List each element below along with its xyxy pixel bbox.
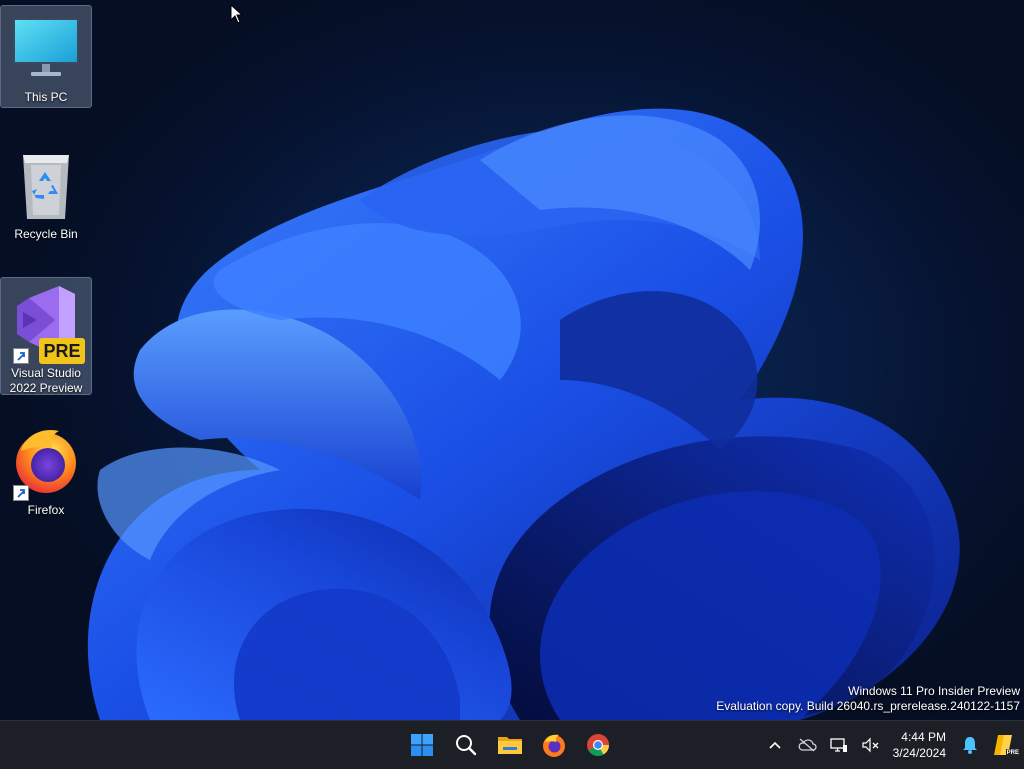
search-button[interactable] (446, 725, 486, 765)
network-icon (829, 738, 847, 752)
copilot-button[interactable]: PRE (986, 725, 1024, 765)
volume-button[interactable] (855, 725, 887, 765)
taskbar-clock[interactable]: 4:44 PM 3/24/2024 (887, 729, 954, 761)
evaluation-watermark: Windows 11 Pro Insider Preview Evaluatio… (716, 684, 1020, 714)
desktop-icon-this-pc[interactable]: This PC (0, 5, 92, 108)
recycle-bin-icon (9, 149, 83, 223)
desktop-icon-visual-studio[interactable]: PRE Visual Studio 2022 Preview (0, 277, 92, 395)
visual-studio-icon: PRE (9, 284, 85, 364)
desktop[interactable]: This PC Recycle Bin PRE Visual Studio 20… (0, 0, 1024, 720)
watermark-edition: Windows 11 Pro Insider Preview (848, 684, 1020, 698)
chrome-taskbar-button[interactable] (578, 725, 618, 765)
start-button[interactable] (402, 725, 442, 765)
wallpaper-bloom (87, 108, 960, 720)
chevron-up-icon (769, 741, 781, 749)
desktop-icon-recycle-bin[interactable]: Recycle Bin (0, 142, 92, 245)
desktop-icon-label: This PC (24, 90, 68, 104)
show-hidden-icons-button[interactable] (759, 725, 791, 765)
onedrive-icon (798, 738, 817, 752)
chrome-icon (587, 734, 609, 756)
taskbar-pinned-apps (402, 721, 618, 769)
notification-bell-icon (963, 737, 977, 754)
firefox-icon (543, 734, 565, 757)
search-icon (456, 735, 477, 756)
copilot-preview-badge: PRE (1005, 749, 1020, 757)
watermark-build: Evaluation copy. Build 26040.rs_prerelea… (716, 699, 1020, 713)
clock-date: 3/24/2024 (892, 746, 946, 760)
shortcut-arrow-icon (13, 348, 29, 364)
start-icon (411, 734, 433, 756)
desktop-icon-label: Firefox (27, 503, 65, 517)
mouse-cursor-icon (230, 4, 244, 24)
file-explorer-icon (498, 737, 522, 754)
taskbar: 4:44 PM 3/24/2024 PRE (0, 720, 1024, 769)
system-tray: 4:44 PM 3/24/2024 PRE (759, 721, 1024, 769)
notifications-button[interactable] (954, 725, 986, 765)
onedrive-status-button[interactable] (791, 725, 823, 765)
file-explorer-button[interactable] (490, 725, 530, 765)
volume-muted-icon (862, 737, 879, 753)
preview-badge: PRE (39, 338, 85, 364)
preview-badge-label: PRE (43, 340, 81, 361)
firefox-taskbar-button[interactable] (534, 725, 574, 765)
network-button[interactable] (823, 725, 855, 765)
desktop-icon-label: Visual Studio 2022 Preview (9, 366, 83, 395)
clock-time: 4:44 PM (901, 730, 946, 744)
monitor-icon (9, 12, 83, 86)
desktop-icon-label: Recycle Bin (14, 227, 78, 241)
desktop-icon-firefox[interactable]: Firefox (0, 414, 92, 517)
firefox-icon (9, 421, 83, 501)
shortcut-arrow-icon (13, 485, 29, 501)
